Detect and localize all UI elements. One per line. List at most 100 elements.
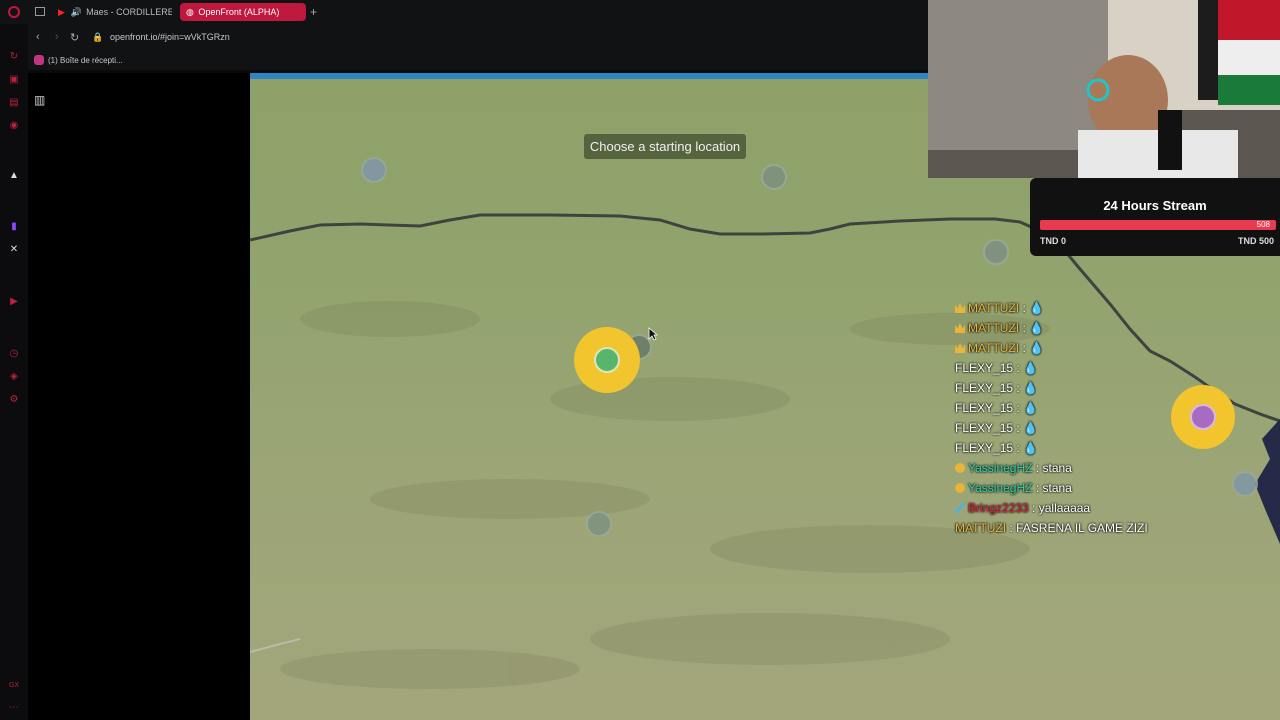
youtube-icon: ▶ bbox=[58, 7, 65, 17]
gx-icon[interactable]: GX bbox=[8, 680, 20, 692]
new-tab-button[interactable]: + bbox=[310, 5, 317, 19]
player-icon[interactable]: ▶ bbox=[8, 296, 20, 308]
chat-separator: : bbox=[1006, 521, 1017, 535]
leaderboard-icon[interactable]: ▥ bbox=[34, 93, 45, 107]
spawn-spot[interactable] bbox=[586, 511, 612, 537]
url-field[interactable]: openfront.io/#join=wVkTGRzn bbox=[110, 32, 230, 42]
shopping-bag-icon[interactable]: ▣ bbox=[8, 74, 20, 86]
chat-text: yallaaaaa bbox=[1038, 501, 1091, 515]
goal-max-label: TND 500 bbox=[1237, 236, 1274, 246]
chat-text: 💧 bbox=[1029, 321, 1045, 335]
chat-text: 💧 bbox=[1029, 301, 1045, 315]
chat-username: YassinegHZ bbox=[968, 461, 1033, 475]
chat-separator: : bbox=[1032, 461, 1043, 475]
clock-icon[interactable]: ◷ bbox=[8, 348, 20, 360]
chat-message: YassinegHZ : stana bbox=[955, 458, 1280, 478]
crown-badge-icon bbox=[955, 323, 965, 333]
more-icon[interactable]: ⋯ bbox=[8, 702, 20, 714]
goal-progress-bar: 508 bbox=[1040, 220, 1276, 230]
chat-message: FLEXY_15 : 💧 bbox=[955, 418, 1280, 438]
reload-icon[interactable]: ↻ bbox=[70, 31, 79, 44]
chat-separator: : bbox=[1019, 341, 1030, 355]
opera-logo-icon[interactable] bbox=[8, 6, 20, 18]
tab-openfront-label: OpenFront (ALPHA) bbox=[198, 7, 280, 17]
instagram-icon bbox=[34, 55, 44, 65]
webcam-feed bbox=[928, 0, 1280, 178]
forward-icon[interactable]: › bbox=[55, 31, 59, 43]
chat-username: MATTUZI bbox=[968, 341, 1020, 355]
chat-text: 💧 bbox=[1023, 421, 1039, 435]
chat-message: YassinegHZ : stana bbox=[955, 478, 1280, 498]
tab-maes-label: Maes - CORDILLERE ( bbox=[86, 7, 172, 17]
river-line bbox=[250, 638, 301, 653]
chat-separator: : bbox=[1013, 421, 1024, 435]
chat-text: 💧 bbox=[1029, 341, 1045, 355]
twitch-icon[interactable]: ▮ bbox=[8, 221, 20, 233]
chat-text: 💧 bbox=[1023, 401, 1039, 415]
audio-icon[interactable]: 🔊 bbox=[70, 7, 81, 17]
tab-maes[interactable]: ▶ 🔊 Maes - CORDILLERE ( bbox=[54, 3, 172, 21]
history-icon[interactable]: ↻ bbox=[8, 51, 20, 63]
chat-message: MATTUZI : 💧 bbox=[955, 338, 1280, 358]
chat-text: FASRENA IL GAME ZIZI bbox=[1016, 521, 1148, 535]
messenger-icon[interactable]: ◉ bbox=[8, 120, 20, 132]
cube-icon[interactable]: ◈ bbox=[8, 371, 20, 383]
stream-goal-widget: 24 Hours Stream 508 TND 0 TND 500 bbox=[1030, 178, 1280, 256]
chat-separator: : bbox=[1032, 481, 1043, 495]
player-marker-core bbox=[594, 347, 620, 373]
chat-separator: : bbox=[1013, 441, 1024, 455]
sword-badge-icon bbox=[955, 503, 965, 513]
chat-text: stana bbox=[1042, 481, 1072, 495]
chat-separator: : bbox=[1019, 321, 1030, 335]
tab-openfront[interactable]: ◍ OpenFront (ALPHA) bbox=[180, 3, 306, 21]
chat-message: FLEXY_15 : 💧 bbox=[955, 358, 1280, 378]
chat-message: MATTUZI : 💧 bbox=[955, 318, 1280, 338]
spawn-spot[interactable] bbox=[361, 157, 387, 183]
chat-message: FLEXY_15 : 💧 bbox=[955, 438, 1280, 458]
chat-username: FLEXY_15 bbox=[955, 361, 1014, 375]
wallet-icon[interactable]: ▤ bbox=[8, 97, 20, 109]
chat-username: YassinegHZ bbox=[968, 481, 1033, 495]
chat-separator: : bbox=[1013, 401, 1024, 415]
goal-min-label: TND 0 bbox=[1040, 236, 1067, 246]
chat-username: FLEXY_15 bbox=[955, 401, 1014, 415]
chat-text: 💧 bbox=[1023, 381, 1039, 395]
chat-separator: : bbox=[1013, 361, 1024, 375]
game-side-panel: ▥ bbox=[28, 79, 250, 720]
tab-bar: ▶ 🔊 Maes - CORDILLERE ( ◍ OpenFront (ALP… bbox=[0, 0, 928, 24]
chat-username: MATTUZI bbox=[968, 301, 1020, 315]
chat-username: MATTUZI bbox=[955, 521, 1007, 535]
chat-username: FLEXY_15 bbox=[955, 421, 1014, 435]
coin-badge-icon bbox=[955, 483, 965, 493]
chat-separator: : bbox=[1019, 301, 1030, 315]
chat-text: stana bbox=[1042, 461, 1072, 475]
spawn-spot[interactable] bbox=[983, 239, 1009, 265]
chat-message: MATTUZI : FASRENA IL GAME ZIZI bbox=[955, 518, 1280, 538]
spawn-spot[interactable] bbox=[761, 164, 787, 190]
mouse-cursor-icon bbox=[648, 327, 658, 341]
starting-location-banner: Choose a starting location bbox=[584, 134, 746, 159]
chat-message: FLEXY_15 : 💧 bbox=[955, 378, 1280, 398]
chat-message: Bringz2233 : yallaaaaa bbox=[955, 498, 1280, 518]
coin-badge-icon bbox=[955, 463, 965, 473]
chat-text: 💧 bbox=[1023, 361, 1039, 375]
chat-username: Bringz2233 bbox=[968, 501, 1029, 515]
x-twitter-icon[interactable]: ✕ bbox=[8, 244, 20, 256]
chat-separator: : bbox=[1013, 381, 1024, 395]
back-icon[interactable]: ‹ bbox=[36, 31, 40, 43]
chat-username: MATTUZI bbox=[968, 321, 1020, 335]
bookmarks-bar: (1) Boîte de récepti... bbox=[28, 52, 928, 70]
workspaces-icon[interactable] bbox=[35, 7, 45, 16]
crown-badge-icon bbox=[955, 343, 965, 353]
aria-icon[interactable]: ▲ bbox=[8, 170, 20, 182]
stream-chat: MATTUZI : 💧 MATTUZI : 💧 MATTUZI : 💧 FLEXY_1… bbox=[955, 298, 1280, 538]
player-marker[interactable] bbox=[574, 327, 640, 393]
settings-icon[interactable]: ⚙ bbox=[8, 394, 20, 406]
browser-sidebar-rail: ↻ ▣ ▤ ◉ ▲ ▮ ✕ ▶ ◷ ◈ ⚙ GX ⋯ bbox=[0, 24, 28, 720]
bookmark-inbox[interactable]: (1) Boîte de récepti... bbox=[48, 56, 123, 65]
crown-badge-icon bbox=[955, 303, 965, 313]
goal-title: 24 Hours Stream bbox=[1103, 198, 1207, 213]
chat-username: FLEXY_15 bbox=[955, 381, 1014, 395]
chat-username: FLEXY_15 bbox=[955, 441, 1014, 455]
webcam-overlay bbox=[928, 0, 1280, 178]
